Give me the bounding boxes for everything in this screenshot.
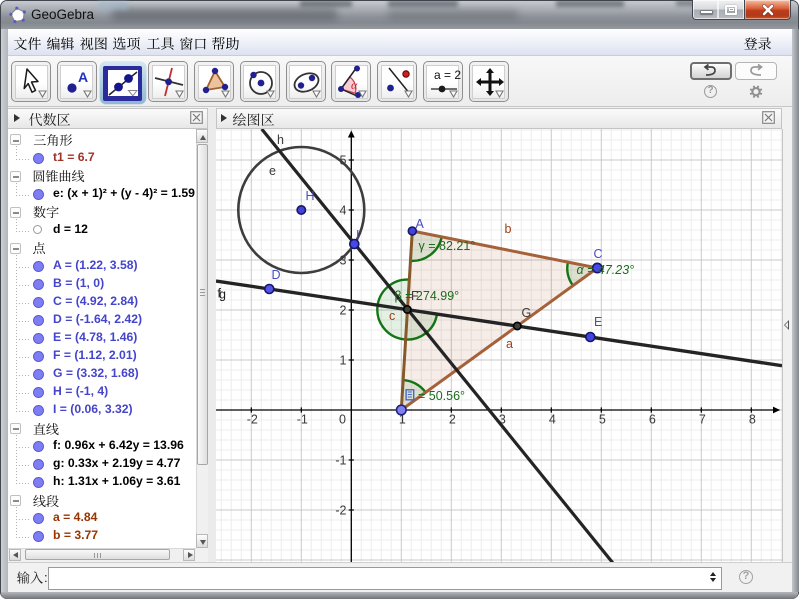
- svg-text:2: 2: [339, 303, 346, 317]
- svg-text:-1: -1: [335, 453, 346, 467]
- svg-text:β = 274.99°: β = 274.99°: [394, 289, 459, 303]
- svg-text:a = 2: a = 2: [434, 68, 461, 82]
- svg-text:α = 47.23°: α = 47.23°: [576, 263, 634, 277]
- svg-text:A: A: [415, 217, 424, 231]
- svg-text:2: 2: [448, 413, 455, 427]
- svg-text:H: H: [305, 189, 314, 203]
- svg-text:b: b: [504, 222, 511, 236]
- svg-text:-1: -1: [296, 413, 307, 427]
- svg-text:G: G: [521, 306, 531, 320]
- svg-text:-2: -2: [246, 413, 257, 427]
- svg-text:E: E: [594, 315, 602, 329]
- svg-text:8: 8: [748, 413, 755, 427]
- svg-text:-2: -2: [335, 503, 346, 517]
- svg-text:7: 7: [698, 413, 705, 427]
- svg-text:D: D: [271, 268, 280, 282]
- svg-text:4: 4: [548, 413, 555, 427]
- svg-text:γ = 82.21°: γ = 82.21°: [418, 239, 475, 253]
- svg-text:5: 5: [598, 413, 605, 427]
- svg-text:g: g: [219, 288, 226, 302]
- svg-text:6: 6: [648, 413, 655, 427]
- svg-text:e: e: [269, 164, 276, 178]
- svg-text:I: I: [356, 228, 359, 242]
- svg-text:h: h: [277, 133, 284, 147]
- svg-text:1: 1: [339, 353, 346, 367]
- svg-text:4: 4: [339, 203, 346, 217]
- svg-text:a: a: [506, 337, 513, 351]
- svg-text:A: A: [78, 69, 88, 85]
- svg-text:0: 0: [339, 413, 346, 427]
- svg-text:C: C: [593, 247, 602, 261]
- svg-text:= 50.56°: = 50.56°: [418, 389, 465, 403]
- svg-text:c: c: [389, 309, 395, 323]
